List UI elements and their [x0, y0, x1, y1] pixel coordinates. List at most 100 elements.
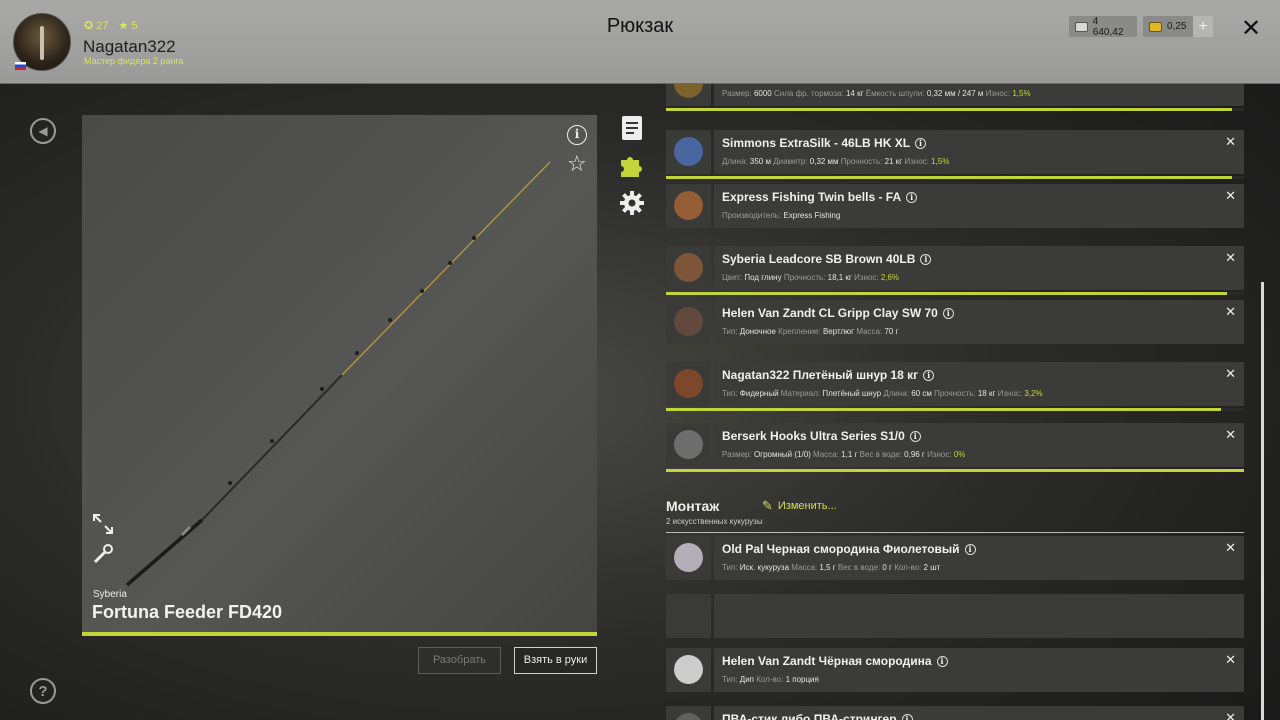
- silver-coins-icon: [1075, 21, 1088, 32]
- item-image: [674, 137, 703, 166]
- info-icon[interactable]: i: [964, 544, 976, 555]
- item-name: Helen Van Zandt CL Gripp Clay SW 70 i: [722, 306, 954, 320]
- disassemble-button[interactable]: Разобрать: [418, 647, 501, 674]
- remove-item-button[interactable]: ✕: [1225, 652, 1236, 668]
- wear-bar: [666, 408, 1221, 411]
- close-button[interactable]: ✕: [1241, 14, 1261, 43]
- item-name: Express Fishing Twin bells - FA i: [722, 190, 918, 204]
- property-label: Кол-во:: [756, 675, 786, 684]
- info-icon[interactable]: i: [942, 308, 954, 319]
- item-properties: Длина: 350 м Диаметр: 0,32 мм Прочность:…: [722, 157, 949, 166]
- property-value: 0,32 мм: [809, 157, 839, 166]
- remove-item-button[interactable]: ✕: [1225, 188, 1236, 204]
- item-name: Syberia Leadcore SB Brown 40LB i: [722, 252, 932, 266]
- item-properties: Тип: Фидерный Материал: Плетёный шнур Дл…: [722, 389, 1043, 398]
- tab-equipment-puzzle-icon[interactable]: [619, 152, 645, 178]
- gold-balance: 0,25: [1143, 16, 1193, 37]
- tackle-item[interactable]: Nagatan322 Плетёный шнур 18 кг i Тип: Фиде…: [666, 362, 1244, 406]
- property-label: Износ:: [854, 273, 881, 282]
- info-icon[interactable]: i: [915, 138, 927, 149]
- item-thumbnail: [666, 648, 711, 692]
- back-button[interactable]: ◀: [30, 118, 56, 144]
- wrench-icon[interactable]: [92, 543, 114, 565]
- property-value: 1 порция: [785, 675, 819, 684]
- property-label: Износ:: [997, 389, 1025, 398]
- edit-montage-link[interactable]: ✎ Изменить...: [762, 498, 837, 514]
- tackle-item[interactable]: Syberia Leadcore SB Brown 40LB i Цвет: Под…: [666, 246, 1244, 290]
- empty-slot[interactable]: [714, 594, 1244, 638]
- rod-condition-bar: [82, 632, 597, 636]
- item-image: [674, 307, 703, 336]
- property-label: Тип:: [722, 389, 740, 398]
- item-thumbnail: [666, 300, 711, 344]
- item-properties: Тип: Дип Кол-во: 1 порция: [722, 675, 819, 684]
- property-label: Прочность:: [934, 389, 978, 398]
- property-label: Крепление:: [778, 327, 823, 336]
- expand-icon[interactable]: [92, 513, 114, 535]
- property-value: Дип: [739, 675, 754, 684]
- tackle-item[interactable]: ПВА-стик либо ПВА-стрингер i ✕: [666, 706, 1244, 720]
- tackle-item[interactable]: Simmons ExtraSilk - 46LB HK XL i Длина: 35…: [666, 130, 1244, 174]
- edit-montage-label: Изменить...: [777, 500, 837, 512]
- property-label: Прочность:: [783, 273, 828, 282]
- tackle-item[interactable]: Syberia Gold 605iРазмер: 6000 Сила фр. т…: [666, 84, 1244, 106]
- property-value: 0 г: [882, 563, 892, 572]
- info-icon[interactable]: i: [923, 370, 935, 381]
- favorite-star-icon[interactable]: ☆: [567, 151, 587, 177]
- item-body: Syberia Leadcore SB Brown 40LB i Цвет: Под…: [714, 246, 1244, 290]
- player-rank: Мастер фидера 2 ранга: [84, 56, 184, 66]
- add-gold-button[interactable]: +: [1193, 16, 1213, 37]
- item-properties: Тип: Иск. кукуруза Масса: 1,5 г Вес в во…: [722, 563, 940, 572]
- help-button[interactable]: ?: [30, 678, 56, 704]
- property-value: 1,1 г: [841, 450, 858, 459]
- remove-item-button[interactable]: ✕: [1225, 134, 1236, 150]
- remove-item-button[interactable]: ✕: [1225, 427, 1236, 443]
- empty-slot-thumbnail[interactable]: [666, 594, 711, 638]
- item-image: [674, 430, 703, 459]
- property-value: 2,6%: [880, 273, 900, 282]
- item-name-text: Old Pal Черная смородина Фиолетовый: [722, 542, 960, 556]
- property-label: Ёмкость шпули:: [865, 89, 927, 98]
- remove-item-button[interactable]: ✕: [1225, 304, 1236, 320]
- property-label: Износ:: [985, 89, 1013, 98]
- property-value: 0,32 мм / 247 м: [926, 89, 984, 98]
- scrollbar[interactable]: [1261, 282, 1264, 720]
- info-icon[interactable]: i: [936, 656, 948, 667]
- info-icon[interactable]: i: [906, 192, 918, 203]
- item-thumbnail: [666, 536, 711, 580]
- info-icon[interactable]: i: [567, 125, 587, 145]
- property-value: 350 м: [749, 157, 771, 166]
- info-icon[interactable]: i: [909, 431, 921, 442]
- remove-item-button[interactable]: ✕: [1225, 540, 1236, 556]
- tackle-item[interactable]: Express Fishing Twin bells - FA i Производ…: [666, 184, 1244, 228]
- tab-description-icon[interactable]: [619, 115, 645, 141]
- item-name-text: Syberia Leadcore SB Brown 40LB: [722, 252, 916, 266]
- item-name: Nagatan322 Плетёный шнур 18 кг i: [722, 368, 935, 382]
- property-label: Тип:: [722, 327, 740, 336]
- item-name-text: Nagatan322 Плетёный шнур 18 кг: [722, 368, 919, 382]
- wear-bar: [666, 108, 1233, 111]
- gold-coins-icon: [1149, 21, 1162, 32]
- section-divider: [666, 532, 1244, 533]
- item-name: ПВА-стик либо ПВА-стрингер i: [722, 712, 913, 720]
- info-icon[interactable]: i: [901, 714, 913, 720]
- tackle-item[interactable]: Helen Van Zandt CL Gripp Clay SW 70 i Тип:…: [666, 300, 1244, 344]
- tackle-item[interactable]: Berserk Hooks Ultra Series S1/0 i Размер: …: [666, 423, 1244, 467]
- back-arrow-icon: ◀: [38, 124, 48, 138]
- item-thumbnail: [666, 423, 711, 467]
- property-value: Доночное: [739, 327, 776, 336]
- property-label: Вес в воде:: [837, 563, 883, 572]
- info-icon[interactable]: i: [920, 254, 932, 265]
- remove-item-button[interactable]: ✕: [1225, 710, 1236, 720]
- property-label: Масса:: [813, 450, 842, 459]
- item-thumbnail: [666, 362, 711, 406]
- tackle-item[interactable]: Old Pal Черная смородина Фиолетовый i Тип:…: [666, 536, 1244, 580]
- property-value: Под глину: [744, 273, 782, 282]
- item-name-text: Helen Van Zandt CL Gripp Clay SW 70: [722, 306, 938, 320]
- remove-item-button[interactable]: ✕: [1225, 366, 1236, 382]
- property-label: Износ:: [927, 450, 954, 459]
- tackle-item[interactable]: Helen Van Zandt Чёрная смородина i Тип: Ди…: [666, 648, 1244, 692]
- tab-settings-gear-icon[interactable]: [619, 190, 645, 216]
- remove-item-button[interactable]: ✕: [1225, 250, 1236, 266]
- take-in-hands-button[interactable]: Взять в руки: [514, 647, 597, 674]
